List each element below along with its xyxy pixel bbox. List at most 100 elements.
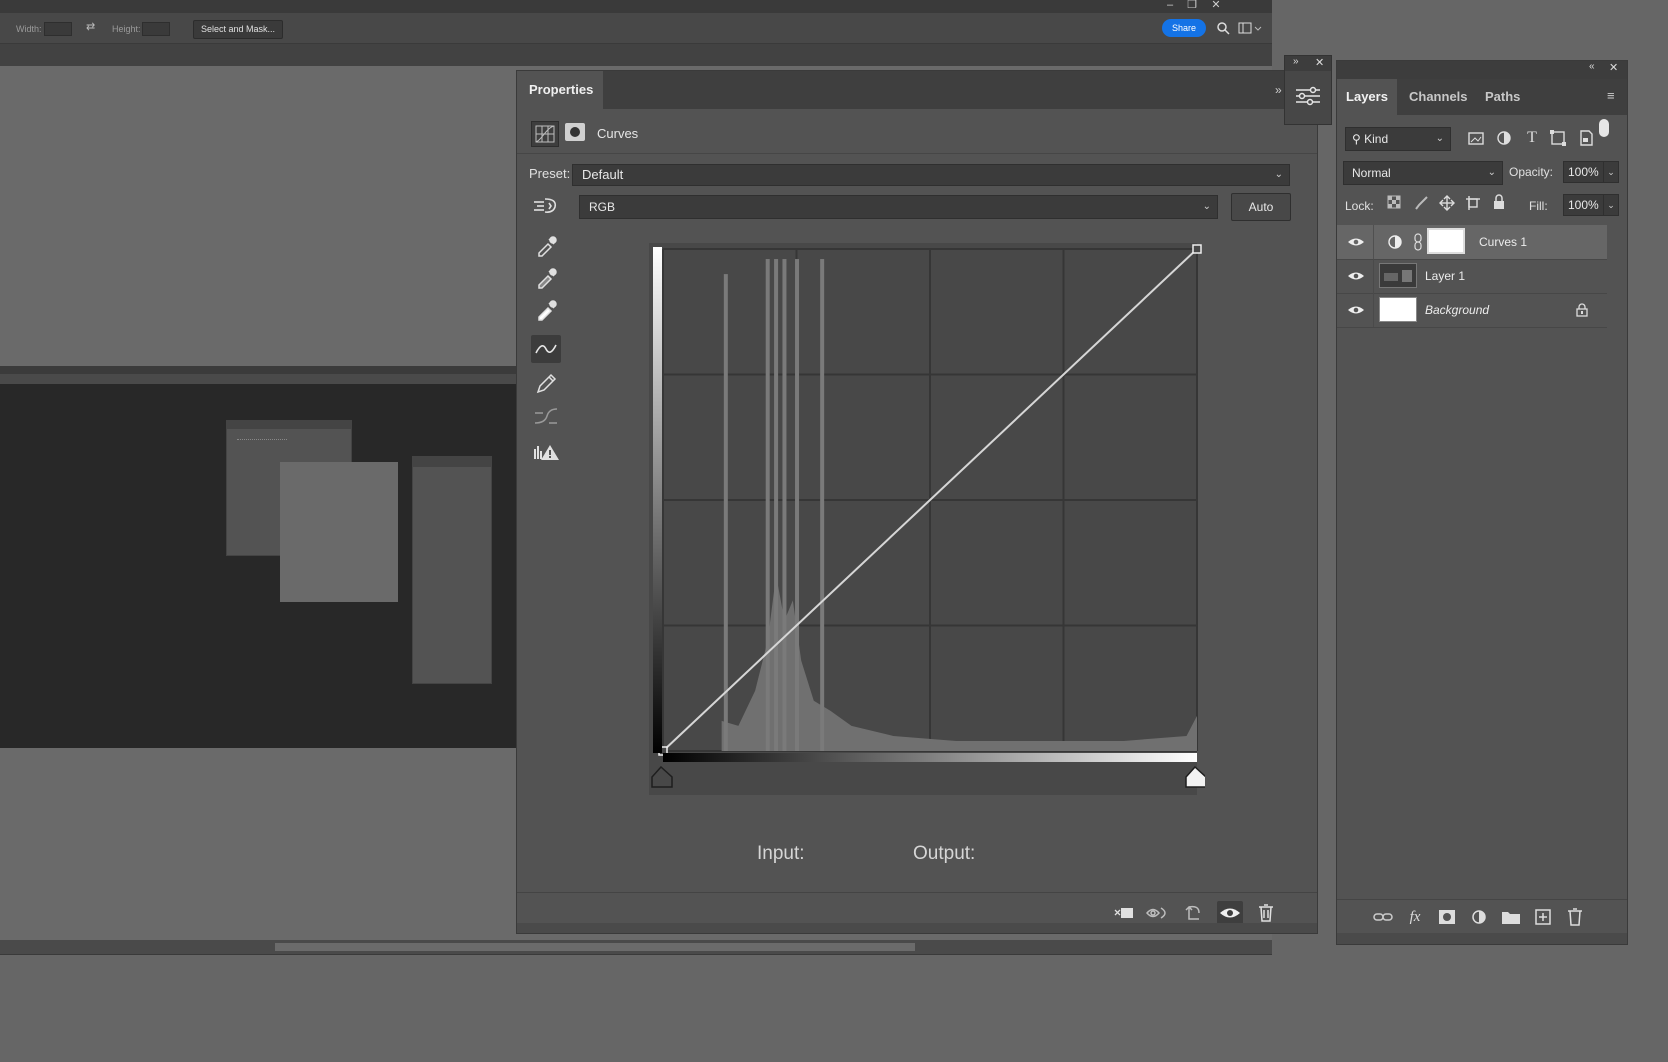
tab-properties[interactable]: Properties [517,71,603,109]
search-icon[interactable] [1216,21,1230,35]
dock-header: » ✕ [1285,56,1331,71]
lock-icon[interactable] [1575,303,1589,317]
new-adjustment-icon[interactable] [1467,906,1491,928]
reset-icon[interactable] [1181,901,1207,925]
height-label: Height: [112,24,141,34]
canvas-image [0,366,520,748]
close-icon[interactable]: ✕ [1609,61,1618,74]
layer-row-curves[interactable]: Curves 1 [1337,225,1607,260]
opacity-input[interactable]: 100% [1563,161,1605,183]
layer-mask-icon[interactable] [565,123,585,141]
delete-icon[interactable] [1253,901,1279,925]
type-filter-icon[interactable]: T [1521,127,1543,149]
tab-layers[interactable]: Layers [1337,79,1397,115]
view-previous-state-icon[interactable] [1145,901,1171,925]
filter-toggle[interactable] [1599,119,1609,137]
link-layers-icon[interactable] [1371,906,1395,928]
layer-thumbnail[interactable] [1379,263,1417,288]
nested-layers-header [413,457,491,467]
white-point-eyedropper-icon[interactable] [531,295,561,323]
layers-panel-topbar: « ✕ [1337,61,1627,79]
adjustments-icon[interactable] [1293,84,1323,108]
nested-layers-panel [412,456,492,684]
histogram-spike [774,259,779,751]
curve-control-point[interactable] [1192,244,1202,254]
opacity-label: Opacity: [1509,165,1554,179]
auto-button[interactable]: Auto [1231,193,1291,221]
fill-input[interactable]: 100% [1563,194,1605,216]
output-label: Output: [913,843,976,864]
pixel-filter-icon[interactable] [1465,127,1487,149]
lock-image-icon[interactable] [1413,195,1429,211]
curves-adjustment-icon[interactable] [531,121,559,147]
minimize-icon[interactable]: – [1160,0,1180,12]
layer-row-layer1[interactable]: Layer 1 [1337,259,1607,294]
select-and-mask-button[interactable]: Select and Mask... [193,20,283,39]
new-group-icon[interactable] [1499,906,1523,928]
visibility-eye-icon[interactable] [1347,234,1365,250]
smooth-curve-icon[interactable] [531,403,561,431]
workspace-icon[interactable] [1238,21,1262,35]
close-icon[interactable]: ✕ [1315,56,1324,69]
gray-point-eyedropper-icon[interactable] [531,263,561,291]
resize-grip[interactable] [517,923,1317,933]
height-input[interactable] [142,22,170,36]
layers-footer: fx [1337,899,1627,934]
fill-dropdown[interactable]: ⌄ [1603,194,1619,216]
panel-menu-icon[interactable]: ≡ [1607,88,1615,103]
chain-link-icon[interactable] [1413,233,1423,251]
layer-name[interactable]: Background [1425,303,1489,317]
swap-icon[interactable]: ⇄ [86,20,95,33]
close-icon[interactable]: ✕ [1206,0,1226,12]
curves-graph[interactable] [645,243,1205,803]
pencil-draw-icon[interactable] [531,369,561,397]
fx-icon[interactable]: fx [1403,906,1427,928]
clip-to-layer-icon[interactable] [1111,901,1137,925]
collapse-icon[interactable]: « [1589,61,1595,72]
lock-position-icon[interactable] [1439,195,1455,211]
collapse-icon[interactable]: » [1275,83,1282,97]
preset-dropdown[interactable]: Default ⌄ [572,164,1290,186]
chevron-down-icon: ⌄ [1274,169,1283,180]
curve-edit-points-icon[interactable] [531,335,561,363]
tab-paths[interactable]: Paths [1485,79,1520,115]
shape-filter-icon[interactable] [1547,127,1569,149]
blend-mode-dropdown[interactable]: Normal ⌄ [1343,161,1503,185]
width-input[interactable] [44,22,72,36]
delete-layer-icon[interactable] [1563,906,1587,928]
layer-thumbnail[interactable] [1379,297,1417,322]
layer-row-background[interactable]: Background [1337,293,1607,328]
visibility-icon[interactable] [1217,901,1243,925]
filter-kind-label: Kind [1364,132,1389,146]
targeted-adjustment-icon[interactable] [531,191,561,219]
nested-panel-header [227,421,351,429]
share-button[interactable]: Share [1162,19,1206,37]
lock-transparent-icon[interactable] [1387,195,1403,211]
add-mask-icon[interactable] [1435,906,1459,928]
resize-grip[interactable] [1337,933,1627,944]
visibility-eye-icon[interactable] [1347,302,1365,318]
smart-object-filter-icon[interactable] [1575,127,1597,149]
channel-dropdown[interactable]: RGB ⌄ [579,195,1218,219]
layer-name[interactable]: Curves 1 [1479,235,1527,249]
layers-tabbar: Layers Channels Paths ≡ [1337,79,1627,115]
horizontal-scroll-thumb[interactable] [275,943,915,951]
filter-kind-dropdown[interactable]: ⚲ Kind ⌄ [1345,127,1451,151]
expand-icon[interactable]: » [1293,56,1299,67]
visibility-eye-icon[interactable] [1347,268,1365,284]
adjustment-layer-icon [1388,235,1402,249]
adjustment-filter-icon[interactable] [1493,127,1515,149]
new-layer-icon[interactable] [1531,906,1555,928]
restore-icon[interactable]: ❐ [1182,0,1202,12]
window-bottom-edge [0,954,1272,955]
layer-name[interactable]: Layer 1 [1425,269,1465,283]
lock-all-icon[interactable] [1491,194,1507,210]
clipping-warning-icon[interactable] [531,437,561,465]
tab-channels[interactable]: Channels [1409,79,1468,115]
chevron-down-icon: ⌄ [1202,201,1211,212]
black-point-eyedropper-icon[interactable] [531,231,561,259]
lock-artboard-icon[interactable] [1465,195,1481,211]
opacity-dropdown[interactable]: ⌄ [1603,161,1619,183]
histogram-spike [723,274,728,751]
layer-mask-thumbnail[interactable] [1427,228,1465,254]
